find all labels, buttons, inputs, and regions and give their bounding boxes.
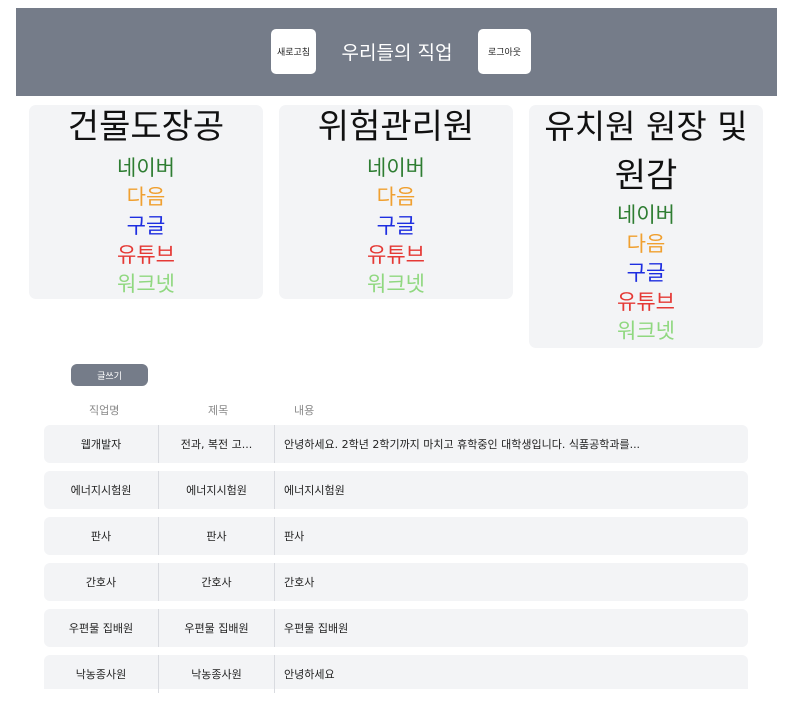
cell-job: 우편물 집배원 xyxy=(44,609,159,647)
refresh-button[interactable]: 새로고침 xyxy=(271,29,316,74)
cell-job: 간호사 xyxy=(44,563,159,601)
write-button[interactable]: 글쓰기 xyxy=(71,364,148,386)
cell-title: 에너지시험원 xyxy=(159,471,275,509)
google-link[interactable]: 구글 xyxy=(529,259,763,288)
cell-content: 안녕하세요. 2학년 2학기까지 마치고 휴학중인 대학생입니다. 식품공학과를… xyxy=(284,438,641,451)
job-card-title: 위험관리원 xyxy=(317,107,475,147)
youtube-link[interactable]: 유튜브 xyxy=(29,241,263,270)
column-header-content: 내용 xyxy=(294,404,315,417)
daum-link[interactable]: 다음 xyxy=(529,230,763,259)
cell-job: 웹개발자 xyxy=(44,425,159,463)
worknet-link[interactable]: 워크넷 xyxy=(29,270,263,299)
naver-link[interactable]: 네이버 xyxy=(29,154,263,183)
daum-link[interactable]: 다음 xyxy=(279,183,513,212)
column-header-job: 직업명 xyxy=(89,404,120,417)
column-header-title: 제목 xyxy=(208,404,229,417)
page-title: 우리들의 직업 xyxy=(341,42,453,64)
job-card-title: 건물도장공 xyxy=(67,107,225,147)
cell-title: 우편물 집배원 xyxy=(159,609,275,647)
cell-content: 에너지시험원 xyxy=(284,484,345,497)
job-card-title: 유치원 원장 및 xyxy=(544,107,748,146)
table-row[interactable]: 판사 판사 판사 xyxy=(44,517,748,555)
cell-job: 에너지시험원 xyxy=(44,471,159,509)
job-card-2: 위험관리원 네이버 다음 구글 유튜브 워크넷 xyxy=(279,105,513,299)
cell-content: 판사 xyxy=(284,530,305,543)
cell-job: 판사 xyxy=(44,517,159,555)
job-card-3: 유치원 원장 및 원감 네이버 다음 구글 유튜브 워크넷 xyxy=(529,105,763,348)
cell-title: 판사 xyxy=(159,517,275,555)
cell-content: 간호사 xyxy=(284,576,315,589)
worknet-link[interactable]: 워크넷 xyxy=(529,317,763,346)
cell-content: 우편물 집배원 xyxy=(284,622,349,635)
cell-content: 안녕하세요 xyxy=(284,668,335,681)
logout-button[interactable]: 로그아웃 xyxy=(478,29,531,74)
table-row[interactable]: 낙농종사원 낙농종사원 안녕하세요 xyxy=(44,655,748,693)
cell-job: 낙농종사원 xyxy=(44,655,159,693)
job-card-1: 건물도장공 네이버 다음 구글 유튜브 워크넷 xyxy=(29,105,263,299)
cell-title: 전과, 복전 고... xyxy=(159,425,275,463)
table-row[interactable]: 에너지시험원 에너지시험원 에너지시험원 xyxy=(44,471,748,509)
table-row[interactable]: 우편물 집배원 우편물 집배원 우편물 집배원 xyxy=(44,609,748,647)
youtube-link[interactable]: 유튜브 xyxy=(279,241,513,270)
worknet-link[interactable]: 워크넷 xyxy=(279,270,513,299)
job-card-title-line2: 원감 xyxy=(614,156,678,196)
daum-link[interactable]: 다음 xyxy=(29,183,263,212)
cell-title: 낙농종사원 xyxy=(159,655,275,693)
cell-title: 간호사 xyxy=(159,563,275,601)
table-row[interactable]: 웹개발자 전과, 복전 고... 안녕하세요. 2학년 2학기까지 마치고 휴학… xyxy=(44,425,748,463)
app-header: 새로고침 우리들의 직업 로그아웃 xyxy=(16,8,777,96)
youtube-link[interactable]: 유튜브 xyxy=(529,288,763,317)
google-link[interactable]: 구글 xyxy=(29,212,263,241)
table-row[interactable]: 간호사 간호사 간호사 xyxy=(44,563,748,601)
google-link[interactable]: 구글 xyxy=(279,212,513,241)
naver-link[interactable]: 네이버 xyxy=(529,201,763,230)
naver-link[interactable]: 네이버 xyxy=(279,154,513,183)
